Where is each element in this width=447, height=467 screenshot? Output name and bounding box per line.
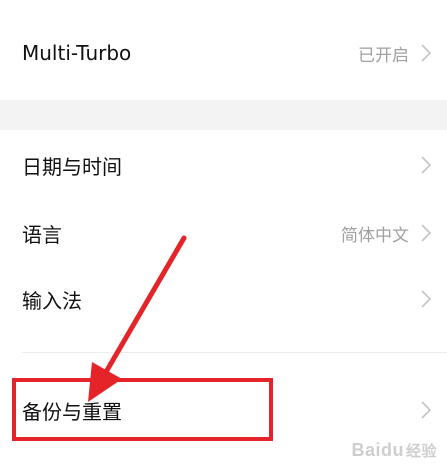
watermark-sub: 经验 xyxy=(405,443,437,460)
watermark-brand: Baidu xyxy=(351,440,404,460)
baidu-watermark: Baidu 经验 xyxy=(351,440,437,461)
annotation-arrow-icon xyxy=(88,235,187,402)
